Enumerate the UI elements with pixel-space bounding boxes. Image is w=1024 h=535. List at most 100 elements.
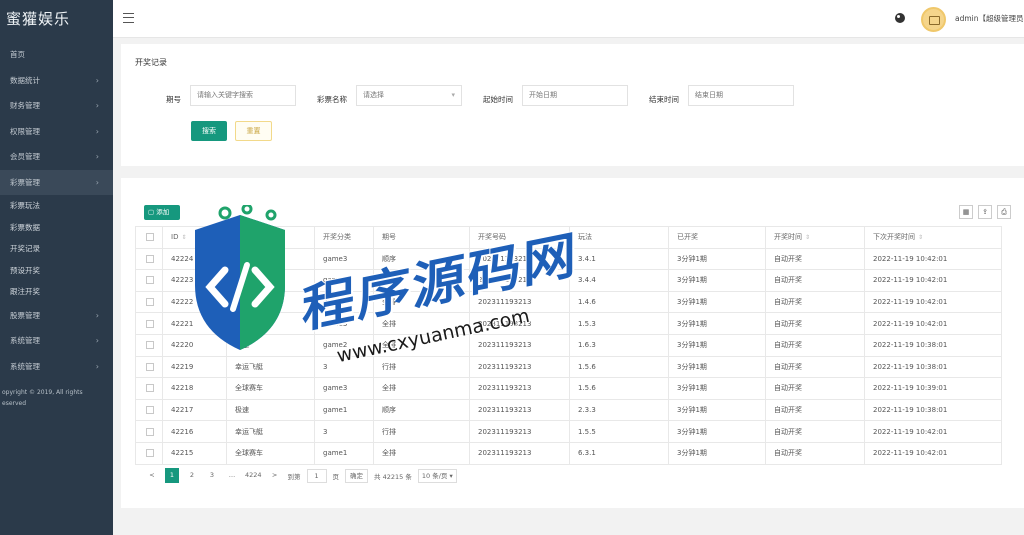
row-checkbox[interactable] xyxy=(135,333,163,357)
cell-id: 42216 xyxy=(162,420,227,443)
cell-issue: 202311193213 xyxy=(469,420,570,443)
row-checkbox[interactable] xyxy=(135,398,163,422)
cell-rate: 3分钟1期 xyxy=(668,398,766,422)
sidebar-item-stocks[interactable]: 股票管理 › xyxy=(0,303,113,329)
sidebar-subitem-preset-draw[interactable]: 预设开奖 xyxy=(0,260,113,282)
cell-game: 3 xyxy=(314,355,374,379)
cell-time: 2022-11-19 10:42:01 xyxy=(864,312,1002,335)
copyright: opyright © 2019, All rights eserved xyxy=(0,379,113,409)
table-row[interactable]: 42221 极速赛车 game3 全排 202311193213 1.5.3 3分钟1期 自动… xyxy=(135,312,1002,335)
column-header-next-time[interactable]: 下次开奖时间 ⇕ xyxy=(864,226,1002,249)
cell-number: 3.4.1 xyxy=(569,247,669,271)
chevron-right-icon: › xyxy=(95,101,99,110)
cell-id: 42217 xyxy=(162,398,227,422)
avatar[interactable] xyxy=(921,7,946,32)
cell-id: 42224 xyxy=(162,247,227,271)
page-button[interactable]: 2 xyxy=(185,468,199,483)
total-count: 共 42215 条 xyxy=(374,472,412,481)
column-header-type: 开奖分类 xyxy=(314,226,374,249)
cell-open: 自动开奖 xyxy=(765,441,865,465)
goto-confirm-button[interactable]: 确定 xyxy=(345,468,369,483)
menu-toggle-icon[interactable] xyxy=(123,13,134,23)
prev-page-button[interactable]: < xyxy=(145,468,159,483)
table-row[interactable]: 42218 全球赛车 game3 全排 202311193213 1.5.6 3分钟1期 自动… xyxy=(135,377,1002,400)
table-row[interactable]: 42219 幸运飞艇 3 行排 202311193213 1.5.6 3分钟1期 自动开奖 20… xyxy=(135,355,1002,379)
add-button[interactable]: ▢ 添加 xyxy=(144,205,180,220)
column-header-rate: 玩法 xyxy=(569,226,669,249)
column-header-id[interactable]: ID ⇕ xyxy=(162,226,227,249)
sidebar-item-finance[interactable]: 财务管理 › xyxy=(0,93,113,119)
row-checkbox[interactable] xyxy=(135,312,163,335)
table-row[interactable]: 42216 幸运飞艇 3 行排 202311193213 1.5.5 3分钟1期 自动开奖 20… xyxy=(135,420,1002,443)
column-header-name[interactable]: 彩种名称 ⇕ xyxy=(226,226,315,249)
page-size-select[interactable]: 10 条/页 ▾ xyxy=(417,468,457,483)
sidebar-item-label: 开奖记录 xyxy=(10,244,40,253)
reset-button[interactable]: 重置 xyxy=(235,121,272,141)
end-date-input[interactable]: 结束日期 xyxy=(688,85,794,106)
row-checkbox[interactable] xyxy=(135,290,163,314)
sidebar-subitem-lottery-data[interactable]: 彩票数据 xyxy=(0,217,113,239)
caret-down-icon: ▾ xyxy=(451,91,455,99)
column-header-time[interactable]: 开奖时间 ⇕ xyxy=(765,226,865,249)
chevron-right-icon: › xyxy=(95,126,99,136)
cell-type: 顺序 xyxy=(373,247,470,271)
cell-name: 全球赛车 xyxy=(226,441,315,465)
cell-rate: 3分钟1期 xyxy=(668,290,766,314)
sidebar-subitem-follow-draw[interactable]: 跟注开奖 xyxy=(0,281,113,303)
sidebar-item-label: 系统管理 xyxy=(10,361,40,371)
brand-logo[interactable]: 蜜獾娱乐 xyxy=(0,0,113,38)
cell-issue: 202311193213 xyxy=(469,355,570,379)
table-row[interactable]: 42222 幸运飞艇 game3 全排 202311193213 1.4.6 3分钟1期 自动… xyxy=(135,290,1002,314)
sidebar-item-permissions[interactable]: 权限管理 › xyxy=(0,119,113,145)
sidebar-item-system[interactable]: 系统管理 › xyxy=(0,328,113,354)
sidebar-item-label: 会员管理 xyxy=(10,152,40,161)
sidebar-item-lottery[interactable]: 彩票管理 › xyxy=(0,169,113,195)
table-row[interactable]: 42224 幸运飞艇 game3 顺序 202311193213 3.4.1 3分钟1期 自动… xyxy=(135,247,1002,271)
sidebar-subitem-draw-records[interactable]: 开奖记录 xyxy=(0,238,113,260)
sidebar-item-system-2[interactable]: 系统管理 › xyxy=(0,354,113,380)
sidebar-item-members[interactable]: 会员管理 › xyxy=(0,144,113,170)
page-button[interactable]: 1 xyxy=(165,468,179,483)
row-checkbox[interactable] xyxy=(135,269,163,292)
next-page-button[interactable]: > xyxy=(268,468,282,483)
export-icon[interactable]: ⇪ xyxy=(978,205,992,219)
sidebar-item-stats[interactable]: 数据统计 › xyxy=(0,68,113,94)
records-table: ID ⇕ 彩种名称 ⇕ 开奖分类 期号 开奖号码 玩法 已开奖 开奖时间 ⇕ 下次开奖… xyxy=(135,226,1002,465)
cell-issue: 202311193213 xyxy=(469,247,570,271)
cell-number: 1.6.3 xyxy=(569,333,669,357)
row-checkbox[interactable] xyxy=(135,420,163,443)
cell-name: 极速赛车 xyxy=(226,312,315,335)
cell-game: game3 xyxy=(314,269,374,292)
page-button[interactable]: 4224 xyxy=(245,468,262,483)
sidebar-item-label: 系统管理 xyxy=(10,336,40,345)
lottery-select[interactable]: 请选择 ▾ xyxy=(356,85,462,106)
table-row[interactable]: 42220 极速 game2 全排 202311193213 1.6.3 3分钟1期 自动开奖… xyxy=(135,333,1002,357)
user-name[interactable]: admin【超级管理员】 xyxy=(955,13,1023,24)
page-button[interactable]: 3 xyxy=(205,468,219,483)
cell-game: game1 xyxy=(314,398,374,422)
cell-type: 全排 xyxy=(373,290,470,314)
select-all-checkbox[interactable] xyxy=(135,226,163,249)
start-date-input[interactable]: 开始日期 xyxy=(522,85,628,106)
cell-time: 2022-11-19 10:39:01 xyxy=(864,377,1002,400)
issue-input[interactable]: 请输入关键字搜索 xyxy=(190,85,296,106)
theme-icon[interactable] xyxy=(895,13,905,23)
cell-number: 6.3.1 xyxy=(569,441,669,465)
row-checkbox[interactable] xyxy=(135,355,163,379)
cell-time: 2022-11-19 10:38:01 xyxy=(864,355,1002,379)
columns-icon[interactable]: ▦ xyxy=(959,205,973,219)
table-row[interactable]: 42215 全球赛车 game1 全排 202311193213 6.3.1 3分钟1期 自动… xyxy=(135,441,1002,465)
goto-page-input[interactable]: 1 xyxy=(306,468,327,483)
table-row[interactable]: 42217 极速 game1 顺序 202311193213 2.3.3 3分钟1期 自动开奖… xyxy=(135,398,1002,422)
row-checkbox[interactable] xyxy=(135,377,163,400)
table-row[interactable]: 42223 幸运飞艇 game3 顺序 202311193213 3.4.4 3分钟1期 自动… xyxy=(135,269,1002,292)
row-checkbox[interactable] xyxy=(135,247,163,271)
cell-open: 自动开奖 xyxy=(765,377,865,400)
cell-rate: 3分钟1期 xyxy=(668,355,766,379)
sidebar-subitem-lottery-play[interactable]: 彩票玩法 xyxy=(0,195,113,217)
row-checkbox[interactable] xyxy=(135,441,163,465)
sidebar-item-home[interactable]: 首页 xyxy=(0,42,113,68)
search-button[interactable]: 搜索 xyxy=(191,121,227,141)
cell-game: game3 xyxy=(314,290,374,314)
print-icon[interactable]: ⎙ xyxy=(997,205,1011,219)
